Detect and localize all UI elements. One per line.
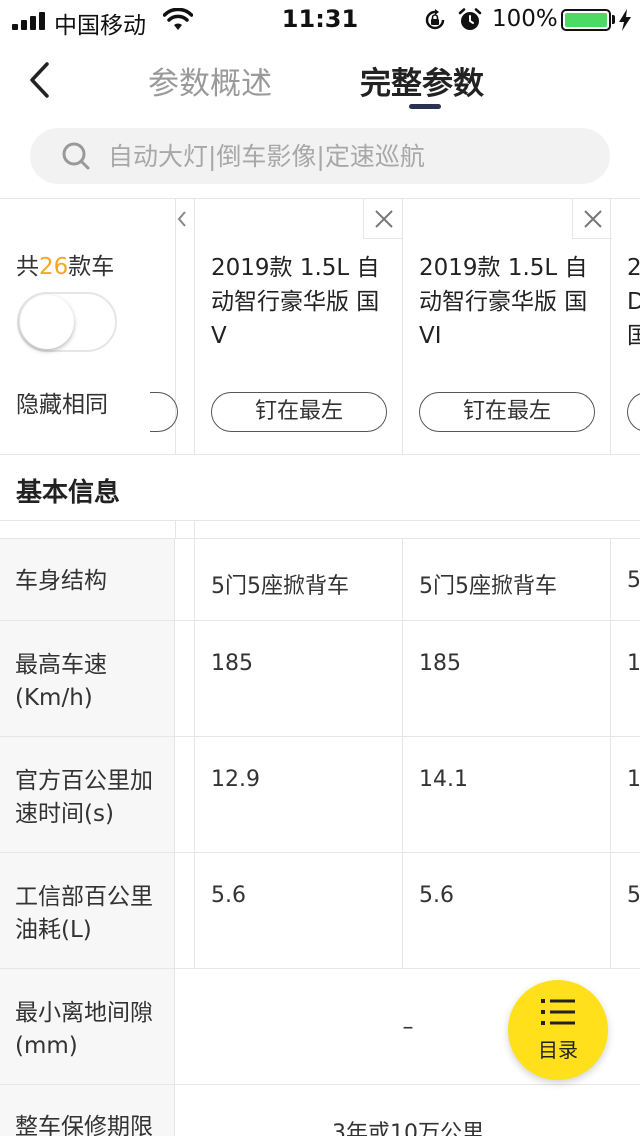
car-count: 26 [39, 254, 69, 280]
status-bar: 中国移动 11:31 100% [0, 0, 640, 40]
column-separator [194, 199, 195, 455]
row-label: 整车保修期限 [0, 1085, 175, 1136]
table-cell-partial: 1 [627, 651, 640, 676]
battery-icon [561, 9, 611, 31]
search-bar[interactable] [30, 128, 610, 184]
remove-car-button[interactable] [363, 199, 403, 239]
close-icon [375, 210, 393, 228]
search-input[interactable] [108, 128, 588, 184]
battery-cap [612, 15, 615, 24]
compare-header: 共26款车 隐藏相同 2019款 1.5L 自动智行豪华版 国V 钉在最左 20… [0, 199, 640, 455]
table-cell-partial: 1 [627, 767, 640, 792]
car-name-partial: 2 D 国 [627, 255, 640, 349]
close-icon [584, 210, 602, 228]
car-count-label: 共26款车 [16, 254, 115, 280]
tab-full-params[interactable]: 完整参数 [360, 58, 484, 103]
pin-button-partial[interactable] [150, 392, 178, 432]
car-name: 2019款 1.5L 自动智行豪华版 国VI [419, 255, 588, 349]
table-cell-partial: 5 [627, 883, 640, 908]
table-row: 最高车速(Km/h) 185 185 1 [0, 621, 640, 737]
row-label: 车身结构 [0, 539, 175, 620]
table-cell: 12.9 [211, 767, 260, 792]
remove-car-button[interactable] [572, 199, 612, 239]
table-row: 整车保修期限 3年或10万公里 [0, 1085, 640, 1136]
table-cell: 185 [419, 651, 461, 676]
row-label: 最高车速(Km/h) [0, 621, 175, 736]
search-icon [62, 142, 90, 170]
chevron-left-icon[interactable] [20, 60, 60, 100]
nav-bar: 参数概述 完整参数 [0, 40, 640, 120]
table-cell: 5.6 [211, 883, 246, 908]
pin-left-button[interactable]: 钉在最左 [419, 392, 595, 432]
section-title: 基本信息 [16, 478, 121, 508]
table-cell: 5.6 [419, 883, 454, 908]
alarm-icon [458, 8, 482, 30]
hide-same-label: 隐藏相同 [16, 392, 108, 418]
tab-indicator [409, 104, 441, 109]
table-cell-merged: 3年或10万公里 [332, 1121, 484, 1136]
table-row: 车身结构 5门5座掀背车 5门5座掀背车 5 [0, 539, 640, 621]
chevron-left-icon[interactable] [176, 209, 188, 229]
hide-same-toggle[interactable] [17, 292, 117, 352]
pin-button-partial[interactable] [627, 392, 640, 432]
table-cell: 14.1 [419, 767, 468, 792]
table-row: 工信部百公里油耗(L) 5.6 5.6 5 [0, 853, 640, 969]
row-label: 工信部百公里油耗(L) [0, 853, 175, 968]
table-cell: 5门5座掀背车 [211, 574, 349, 599]
row-label: 官方百公里加速时间(s) [0, 737, 175, 852]
table-row: 官方百公里加速时间(s) 12.9 14.1 1 [0, 737, 640, 853]
orientation-lock-icon [425, 9, 445, 30]
section-spacer [0, 521, 640, 539]
tab-overview[interactable]: 参数概述 [148, 58, 272, 103]
table-cell: 5门5座掀背车 [419, 574, 557, 599]
table-cell-partial: 5 [627, 568, 640, 593]
car-name: 2019款 1.5L 自动智行豪华版 国V [211, 255, 380, 349]
charging-icon [619, 9, 631, 31]
table-cell: 185 [211, 651, 253, 676]
list-icon [541, 999, 575, 1025]
row-label: 最小离地间隙(mm) [0, 969, 175, 1084]
pin-left-button[interactable]: 钉在最左 [211, 392, 387, 432]
toggle-knob [20, 295, 74, 349]
catalog-label: 目录 [538, 1038, 578, 1062]
catalog-button[interactable]: 目录 [508, 980, 608, 1080]
battery-percent: 100% [492, 6, 558, 32]
